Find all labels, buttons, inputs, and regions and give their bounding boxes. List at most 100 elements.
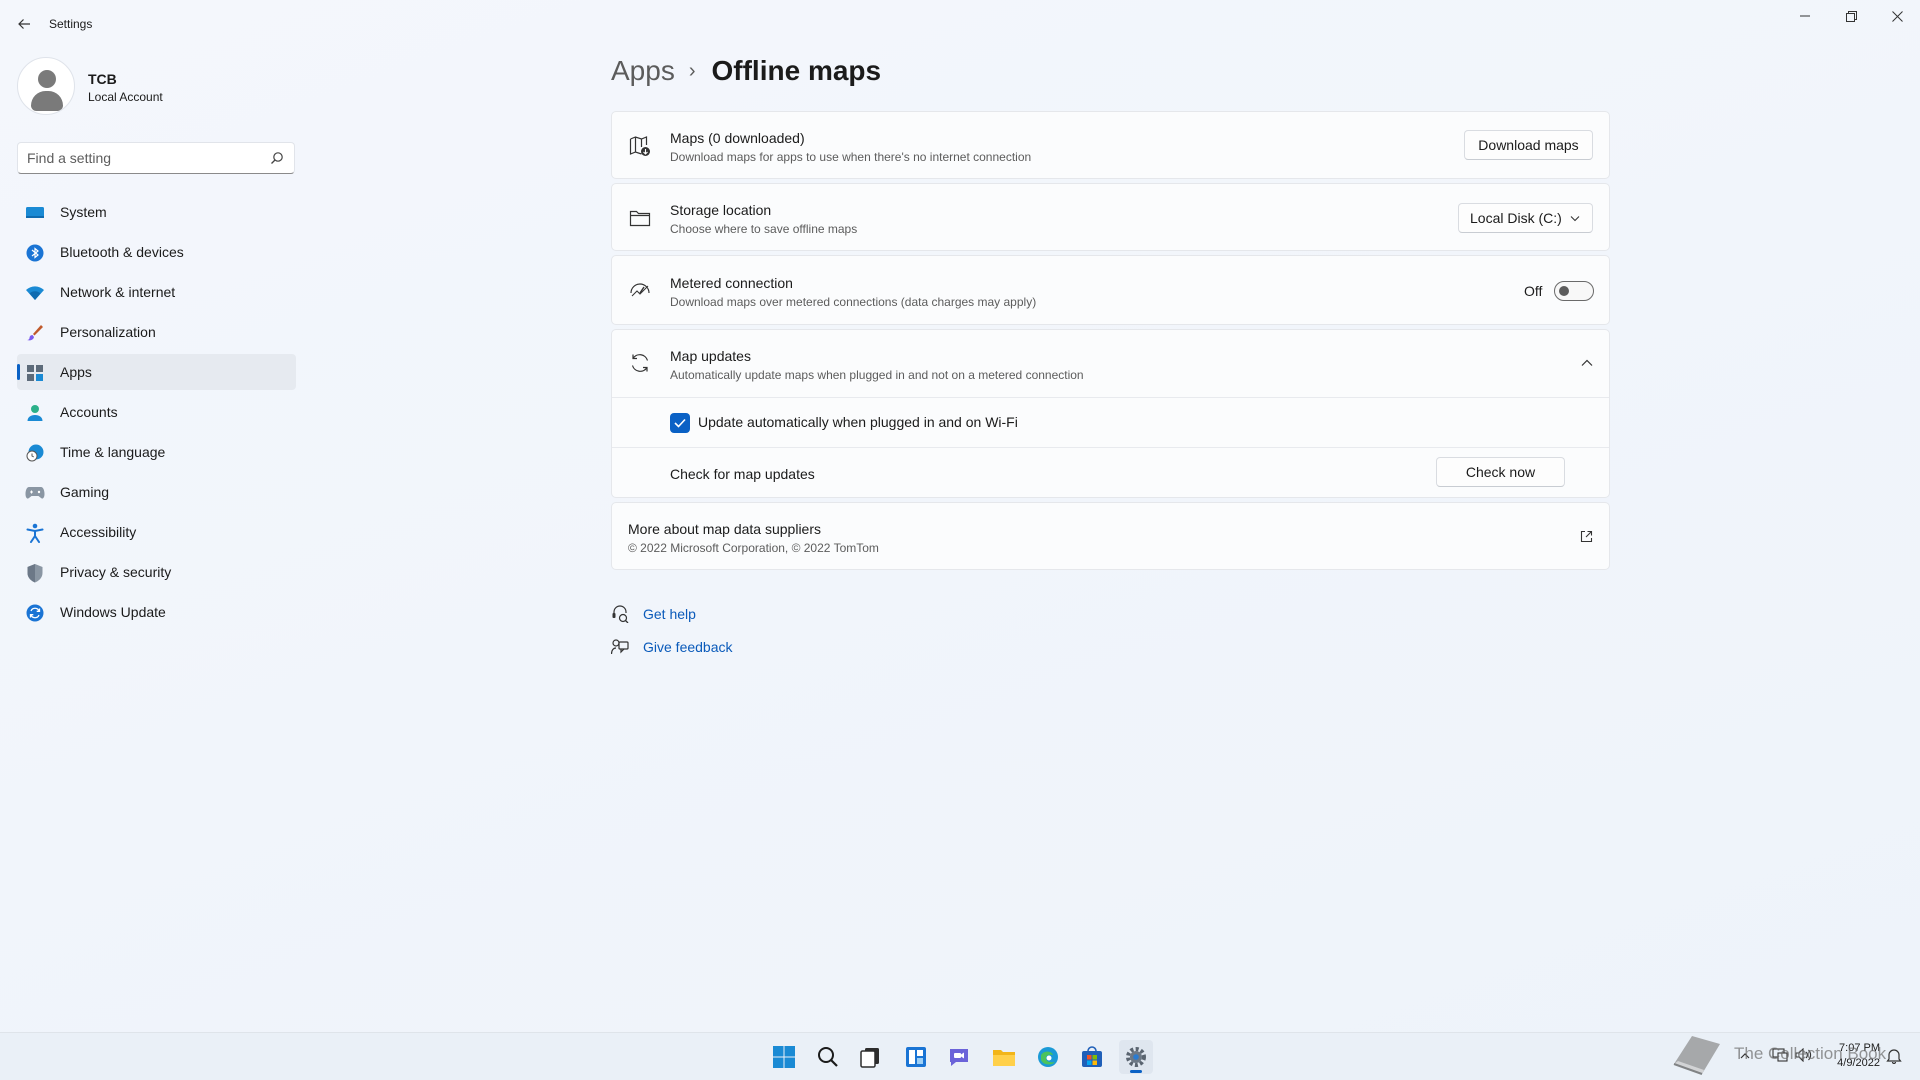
settings-icon: [1126, 1047, 1146, 1067]
auto-update-checkbox[interactable]: [670, 413, 690, 433]
shield-icon: [25, 563, 45, 583]
toggle-knob: [1559, 286, 1569, 296]
maps-subtitle: Download maps for apps to use when there…: [670, 150, 1032, 164]
sidebar-item-personalization[interactable]: Personalization: [17, 314, 296, 350]
monitor-icon: [25, 203, 45, 223]
store-icon: [1082, 1046, 1102, 1067]
checkmark-icon: [674, 418, 686, 428]
sidebar-item-bluetooth[interactable]: Bluetooth & devices: [17, 234, 296, 270]
minimize-icon: [1800, 15, 1810, 17]
maps-card: Maps (0 downloaded) Download maps for ap…: [611, 111, 1610, 179]
chevron-down-icon: [1570, 216, 1580, 222]
task-view-icon: [860, 1048, 879, 1068]
accessibility-icon: [25, 523, 45, 543]
sidebar-item-label: Gaming: [60, 484, 110, 500]
brush-icon: [25, 323, 45, 343]
check-updates-label: Check for map updates: [670, 466, 815, 482]
sidebar-item-gaming[interactable]: Gaming: [17, 474, 296, 510]
get-help-link[interactable]: Get help: [643, 606, 696, 622]
book-icon: [1673, 1036, 1720, 1075]
download-maps-button[interactable]: Download maps: [1464, 130, 1593, 160]
map-updates-header[interactable]: Map updates Automatically update maps wh…: [612, 330, 1609, 397]
breadcrumb-separator: ›: [688, 59, 696, 82]
edge-icon: [1038, 1047, 1058, 1067]
metered-toggle-state: Off: [1524, 283, 1543, 299]
close-button[interactable]: [1874, 0, 1920, 32]
search-input[interactable]: [27, 150, 257, 166]
suppliers-title: More about map data suppliers: [628, 521, 821, 537]
maps-title: Maps (0 downloaded): [670, 130, 805, 146]
sidebar-item-label: System: [60, 204, 107, 220]
taskbar-store-button[interactable]: [1075, 1040, 1109, 1074]
restore-button[interactable]: [1828, 0, 1874, 32]
search-icon: [271, 152, 283, 164]
sidebar-item-windows-update[interactable]: Windows Update: [17, 594, 296, 630]
avatar: [17, 57, 75, 115]
taskbar: 7:07 PM 4/9/2022: [0, 1032, 1920, 1080]
sidebar-item-network[interactable]: Network & internet: [17, 274, 296, 310]
page-title: Offline maps: [711, 55, 882, 86]
sidebar-item-label: Personalization: [60, 324, 156, 340]
chevron-up-icon: [1581, 359, 1593, 366]
get-help-icon: [612, 605, 629, 623]
update-icon: [25, 603, 45, 623]
sidebar-item-label: Apps: [60, 364, 92, 380]
sidebar-item-label: Privacy & security: [60, 564, 172, 580]
taskbar-search-button[interactable]: [811, 1040, 845, 1074]
map-suppliers-card[interactable]: More about map data suppliers © 2022 Mic…: [611, 502, 1610, 570]
metered-card: Metered connection Download maps over me…: [611, 255, 1610, 325]
storage-card: Storage location Choose where to save of…: [611, 183, 1610, 251]
taskbar-task-view-button[interactable]: [853, 1040, 887, 1074]
taskbar-edge-button[interactable]: [1031, 1040, 1065, 1074]
suppliers-copyright: © 2022 Microsoft Corporation, © 2022 Tom…: [628, 541, 879, 555]
sidebar-item-label: Windows Update: [60, 604, 166, 620]
apps-icon: [25, 363, 45, 383]
title-bar: Settings: [0, 0, 1920, 48]
back-button[interactable]: [12, 12, 36, 36]
sidebar-item-label: Accessibility: [60, 524, 137, 540]
wifi-icon: [25, 283, 45, 303]
taskbar-widgets-button[interactable]: [899, 1040, 933, 1074]
sidebar-item-time-language[interactable]: Time & language: [17, 434, 296, 470]
external-link-icon: [1580, 530, 1593, 543]
file-explorer-icon: [993, 1050, 1015, 1066]
sidebar-item-label: Bluetooth & devices: [60, 244, 184, 260]
taskbar-settings-button[interactable]: [1119, 1040, 1153, 1074]
restore-icon: [1845, 10, 1857, 22]
person-icon: [25, 403, 45, 423]
search-box[interactable]: [17, 142, 295, 174]
sidebar-item-privacy-security[interactable]: Privacy & security: [17, 554, 296, 590]
breadcrumb: Apps › Offline maps: [611, 55, 881, 87]
widgets-icon: [906, 1047, 926, 1067]
metered-toggle[interactable]: [1554, 281, 1594, 301]
sidebar-item-system[interactable]: System: [17, 194, 296, 230]
sidebar-item-apps[interactable]: Apps: [17, 354, 296, 390]
minimize-button[interactable]: [1782, 0, 1828, 32]
search-icon: [818, 1047, 838, 1067]
breadcrumb-parent[interactable]: Apps: [611, 55, 675, 87]
metered-subtitle: Download maps over metered connections (…: [670, 295, 1037, 309]
sidebar-item-label: Time & language: [60, 444, 166, 460]
taskbar-file-explorer-button[interactable]: [987, 1040, 1021, 1074]
sidebar-item-accessibility[interactable]: Accessibility: [17, 514, 296, 550]
chat-icon: [950, 1049, 968, 1066]
sidebar-item-label: Network & internet: [60, 284, 176, 300]
gamepad-icon: [25, 483, 45, 503]
start-icon: [773, 1046, 795, 1068]
feedback-icon: [611, 639, 629, 655]
folder-icon: [628, 206, 652, 230]
check-now-button[interactable]: Check now: [1436, 457, 1565, 487]
metered-title: Metered connection: [670, 275, 793, 291]
taskbar-chat-button[interactable]: [942, 1040, 976, 1074]
globe-clock-icon: [25, 443, 45, 463]
storage-location-dropdown[interactable]: Local Disk (C:): [1458, 203, 1593, 233]
give-feedback-link[interactable]: Give feedback: [643, 639, 733, 655]
sidebar-item-label: Accounts: [60, 404, 118, 420]
map-updates-card: Map updates Automatically update maps wh…: [611, 329, 1610, 498]
auto-update-label: Update automatically when plugged in and…: [698, 414, 1018, 430]
map-download-icon: [628, 134, 652, 158]
close-icon: [1891, 10, 1903, 22]
taskbar-start-button[interactable]: [767, 1040, 801, 1074]
divider: [612, 397, 1609, 398]
sidebar-item-accounts[interactable]: Accounts: [17, 394, 296, 430]
